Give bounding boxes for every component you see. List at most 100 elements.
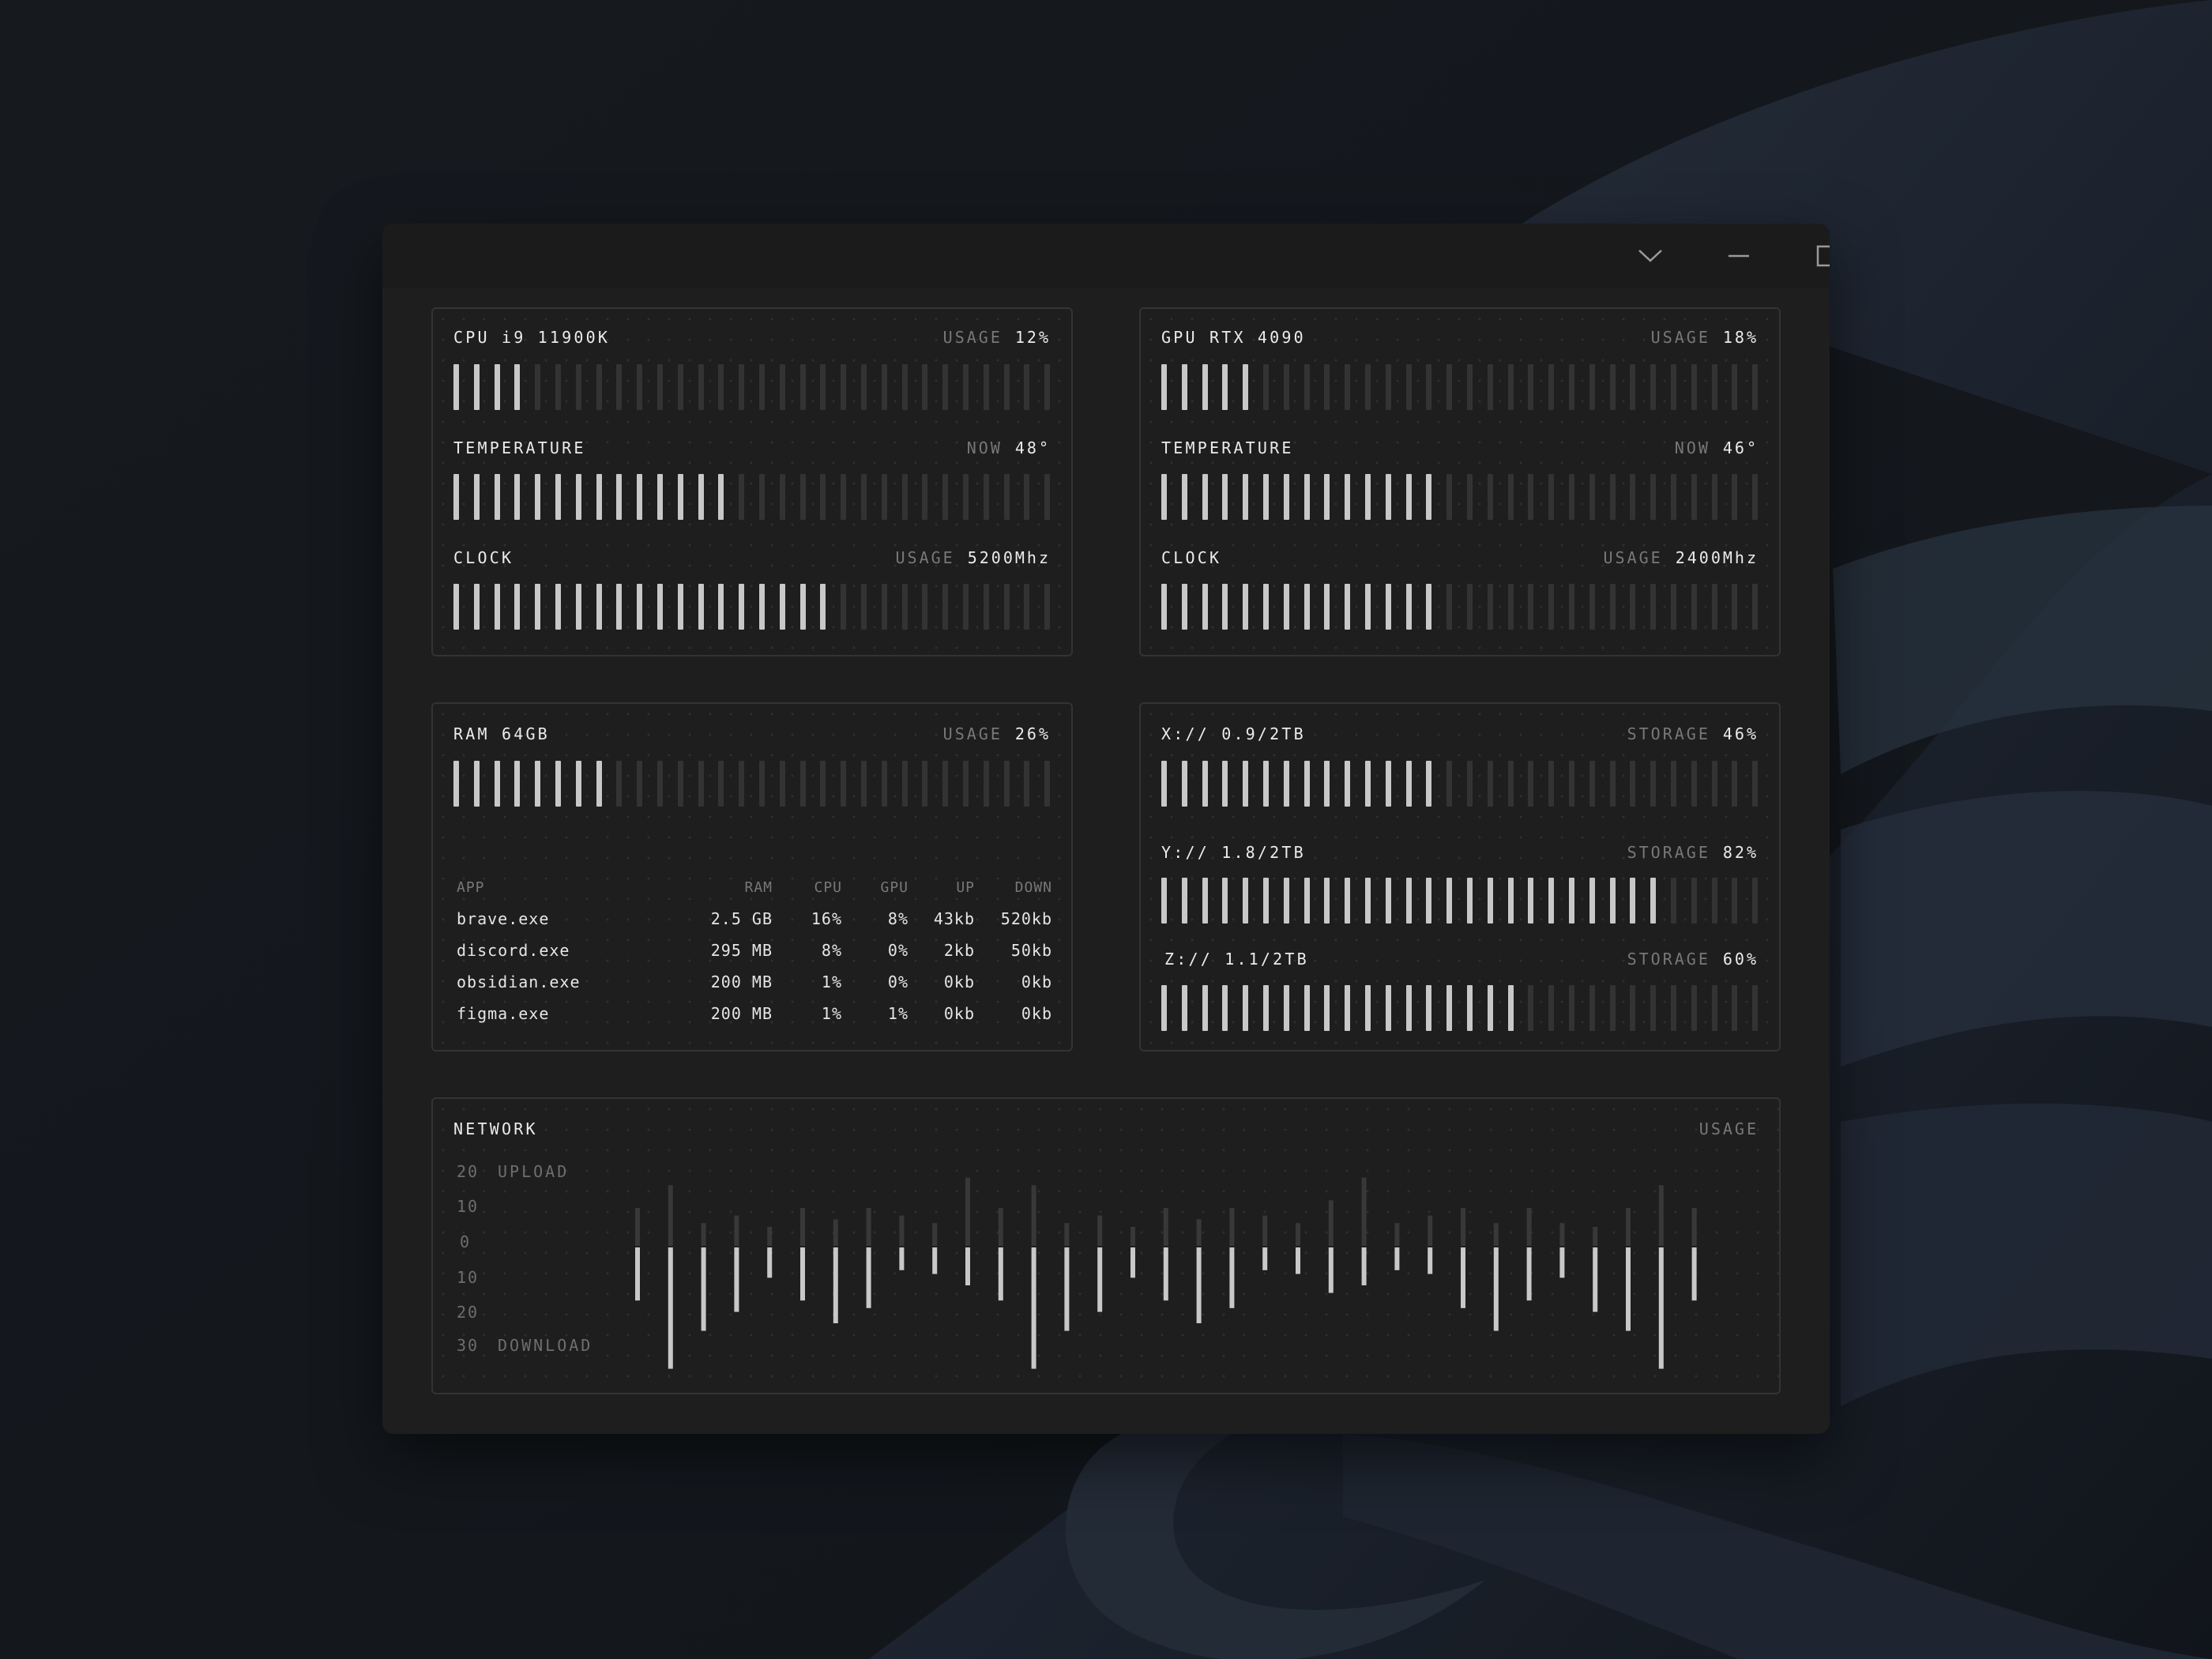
meter-segment	[514, 584, 521, 630]
table-cell: 1%	[821, 972, 842, 991]
meter-segment	[779, 761, 785, 807]
meter-segment	[1365, 474, 1371, 520]
table-row[interactable]: obsidian.exe 200 MB 1% 0% 0kb 0kb	[457, 972, 1052, 996]
app-name: obsidian.exe	[457, 972, 581, 991]
meter-segment	[1426, 985, 1432, 1031]
meter-segment	[555, 474, 561, 520]
download-bar	[800, 1247, 805, 1301]
meter-segment	[1467, 474, 1473, 520]
meter-segment	[1044, 584, 1051, 630]
download-bar	[1130, 1247, 1135, 1278]
upload-bar	[1493, 1223, 1499, 1246]
meter-segment	[1385, 364, 1391, 410]
meter-segment	[1243, 584, 1249, 630]
download-bar	[1097, 1247, 1103, 1312]
upload-bar	[1064, 1223, 1070, 1246]
table-cell: CPU	[814, 879, 842, 896]
meter-segment	[1752, 761, 1759, 807]
meter-segment	[494, 364, 500, 410]
download-bar	[1394, 1247, 1400, 1270]
ram-title: RAM 64GB	[453, 724, 550, 743]
meter-segment	[799, 761, 806, 807]
download-bar	[1428, 1247, 1433, 1274]
meter-segment	[1548, 878, 1555, 924]
meter-segment	[1752, 985, 1759, 1031]
download-bar	[1559, 1247, 1565, 1278]
meter-segment	[820, 761, 826, 807]
meter-segment	[677, 474, 683, 520]
collapse-button[interactable]	[1623, 235, 1678, 277]
chevron-down-icon	[1638, 250, 1662, 262]
meter-segment	[1589, 474, 1595, 520]
meter-segment	[1283, 985, 1289, 1031]
table-cell: 1%	[821, 1004, 842, 1023]
table-row[interactable]: discord.exe 295 MB 8% 0% 2kb 50kb	[457, 941, 1052, 965]
meter-segment	[1426, 474, 1432, 520]
upload-bar	[1593, 1227, 1598, 1246]
meter-segment	[1732, 474, 1738, 520]
upload-bar	[1461, 1208, 1465, 1246]
drive-y-stat: STORAGE 82%	[1627, 843, 1759, 862]
upload-bar	[1262, 1215, 1268, 1246]
download-bar	[899, 1247, 905, 1270]
cpu-title: CPU i9 11900K	[453, 328, 611, 347]
table-cell: 1%	[887, 1004, 908, 1023]
table-row[interactable]: figma.exe 200 MB 1% 1% 0kb 0kb	[457, 1004, 1052, 1028]
meter-segment	[901, 761, 908, 807]
table-cell: DOWN	[1014, 879, 1052, 896]
meter-segment	[963, 474, 969, 520]
meter-segment	[820, 584, 826, 630]
upload-bar	[1328, 1200, 1334, 1246]
upload-bar	[701, 1223, 706, 1246]
meter-segment	[1385, 474, 1391, 520]
download-bar	[1163, 1247, 1168, 1301]
meter-segment	[1222, 878, 1228, 924]
meter-segment	[1283, 474, 1289, 520]
meter-segment	[841, 584, 847, 630]
meter-segment	[881, 474, 887, 520]
meter-segment	[616, 584, 623, 630]
upload-bar	[998, 1208, 1003, 1246]
meter-segment	[1161, 584, 1167, 630]
meter-segment	[759, 761, 765, 807]
cpu-clock-meter	[453, 584, 1054, 631]
meter-segment	[799, 364, 806, 410]
meter-segment	[514, 364, 521, 410]
table-row[interactable]: brave.exe 2.5 GB 16% 8% 43kb 520kb	[457, 909, 1052, 933]
meter-segment	[1446, 878, 1453, 924]
table-cell: 16%	[811, 909, 842, 928]
meter-segment	[1365, 985, 1371, 1031]
meter-segment	[1609, 761, 1616, 807]
meter-segment	[901, 584, 908, 630]
meter-segment	[1283, 878, 1289, 924]
meter-segment	[1426, 584, 1432, 630]
meter-segment	[1024, 474, 1030, 520]
download-bar	[866, 1247, 871, 1308]
maximize-button[interactable]	[1800, 235, 1830, 277]
meter-segment	[1589, 364, 1595, 410]
meter-segment	[1426, 364, 1432, 410]
meter-segment	[1732, 584, 1738, 630]
upload-bar	[767, 1227, 773, 1246]
download-bar	[1461, 1247, 1465, 1308]
meter-segment	[1024, 761, 1030, 807]
download-bar	[767, 1247, 773, 1278]
meter-segment	[963, 364, 969, 410]
meter-segment	[1630, 985, 1636, 1031]
meter-segment	[1283, 584, 1289, 630]
meter-segment	[1222, 474, 1228, 520]
meter-segment	[1345, 364, 1351, 410]
meter-segment	[1385, 584, 1391, 630]
meter-segment	[1202, 584, 1208, 630]
meter-segment	[1263, 985, 1269, 1031]
meter-segment	[1650, 584, 1657, 630]
download-bar	[1691, 1247, 1697, 1301]
table-cell: 8%	[821, 941, 842, 960]
meter-segment	[718, 761, 724, 807]
minimize-button[interactable]	[1711, 235, 1766, 277]
meter-segment	[698, 364, 704, 410]
meter-segment	[1671, 584, 1676, 630]
upload-bar	[1428, 1215, 1433, 1246]
title-bar[interactable]	[382, 224, 1830, 288]
meter-segment	[1528, 985, 1534, 1031]
